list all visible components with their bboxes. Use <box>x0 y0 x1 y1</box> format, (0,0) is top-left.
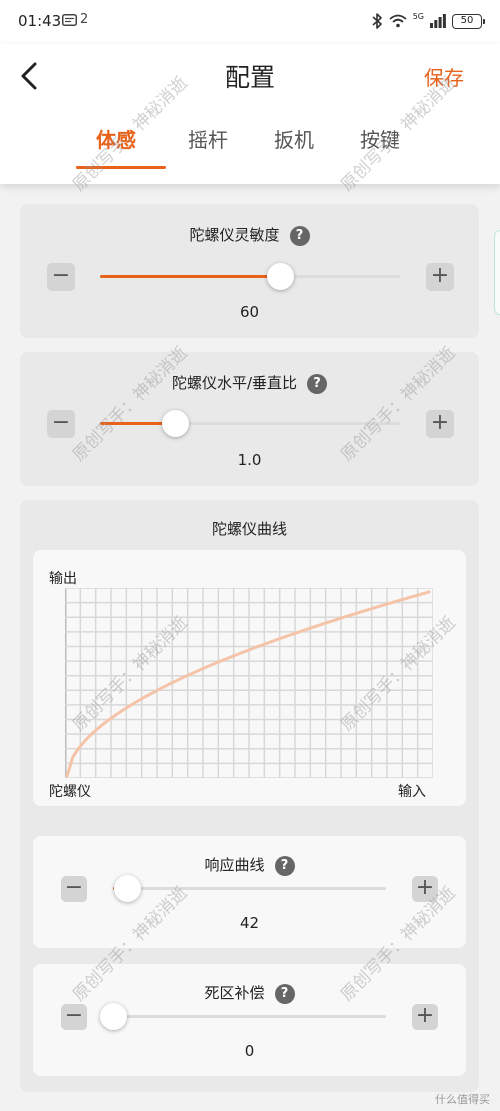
decrease-button[interactable]: − <box>47 410 75 438</box>
save-button[interactable]: 保存 <box>424 62 464 91</box>
increase-button[interactable]: + <box>426 263 454 291</box>
bluetooth-icon <box>372 13 382 29</box>
gyro-curve-section: 陀螺仪曲线 输出 陀螺仪 输入 响应曲线? − + 42 死区补偿? − + 0 <box>20 500 479 1092</box>
wifi-icon <box>389 14 407 28</box>
response-curve-value: 42 <box>239 914 260 932</box>
tab-joystick[interactable]: 摇杆 <box>188 124 228 153</box>
gyro-curve-title: 陀螺仪曲线 <box>211 520 287 538</box>
increase-button[interactable]: + <box>412 876 438 902</box>
increase-button[interactable]: + <box>412 1004 438 1030</box>
response-curve-label: 响应曲线 <box>204 856 265 874</box>
gyro-ratio-card: 陀螺仪水平/垂直比? − + 1.0 <box>20 352 479 486</box>
message-icon <box>62 14 77 26</box>
help-icon[interactable]: ? <box>289 226 310 246</box>
increase-button[interactable]: + <box>426 410 454 438</box>
gyro-sensitivity-value: 60 <box>239 303 260 321</box>
tab-trigger[interactable]: 扳机 <box>274 124 314 153</box>
x-axis-left-label: 陀螺仪 <box>49 784 91 800</box>
gyro-ratio-label: 陀螺仪水平/垂直比 <box>171 374 298 392</box>
slider-thumb[interactable] <box>267 263 294 290</box>
deadzone-value: 0 <box>244 1042 255 1060</box>
slider-thumb[interactable] <box>162 410 189 437</box>
gyro-sensitivity-slider[interactable] <box>100 263 400 290</box>
decrease-button[interactable]: − <box>47 263 75 291</box>
slider-thumb[interactable] <box>100 1003 127 1030</box>
status-bar: 01:43 2 5G 50 <box>0 0 500 44</box>
notification-count: 2 <box>80 12 89 27</box>
help-icon[interactable]: ? <box>274 984 295 1004</box>
deadzone-slider[interactable] <box>100 1003 386 1030</box>
grid-lines <box>65 588 433 778</box>
tab-bar: 体感 摇杆 扳机 按键 <box>0 124 500 174</box>
tab-buttons[interactable]: 按键 <box>360 124 400 153</box>
gyro-curve-graph: 输出 陀螺仪 输入 <box>33 550 466 806</box>
network-type: 5G <box>412 11 424 21</box>
gyro-sensitivity-label: 陀螺仪灵敏度 <box>189 226 280 244</box>
corner-logo: 什么值得买 <box>435 1093 490 1106</box>
slider-thumb[interactable] <box>113 875 141 902</box>
header: 配置 保存 体感 摇杆 扳机 按键 <box>0 44 500 184</box>
y-axis-label: 输出 <box>49 571 77 587</box>
response-curve-card: 响应曲线? − + 42 <box>33 836 466 948</box>
floating-edge-handle[interactable] <box>494 230 500 315</box>
deadzone-card: 死区补偿? − + 0 <box>33 964 466 1076</box>
help-icon[interactable]: ? <box>274 856 295 876</box>
x-axis-right-label: 输入 <box>398 784 426 800</box>
gyro-sensitivity-card: 陀螺仪灵敏度? − + 60 <box>20 204 479 338</box>
gyro-ratio-value: 1.0 <box>237 451 262 469</box>
deadzone-label: 死区补偿 <box>204 984 265 1002</box>
slider-fill <box>100 275 280 278</box>
active-tab-indicator <box>76 166 166 169</box>
curve-grid <box>65 588 433 778</box>
decrease-button[interactable]: − <box>61 1004 87 1030</box>
gyro-ratio-slider[interactable] <box>100 410 400 437</box>
status-time: 01:43 <box>18 12 62 30</box>
battery-icon: 50 <box>452 13 485 29</box>
tab-motion[interactable]: 体感 <box>96 124 136 153</box>
help-icon[interactable]: ? <box>307 374 328 394</box>
decrease-button[interactable]: − <box>61 876 87 902</box>
signal-icon <box>430 14 446 28</box>
response-curve-slider[interactable] <box>113 875 386 902</box>
